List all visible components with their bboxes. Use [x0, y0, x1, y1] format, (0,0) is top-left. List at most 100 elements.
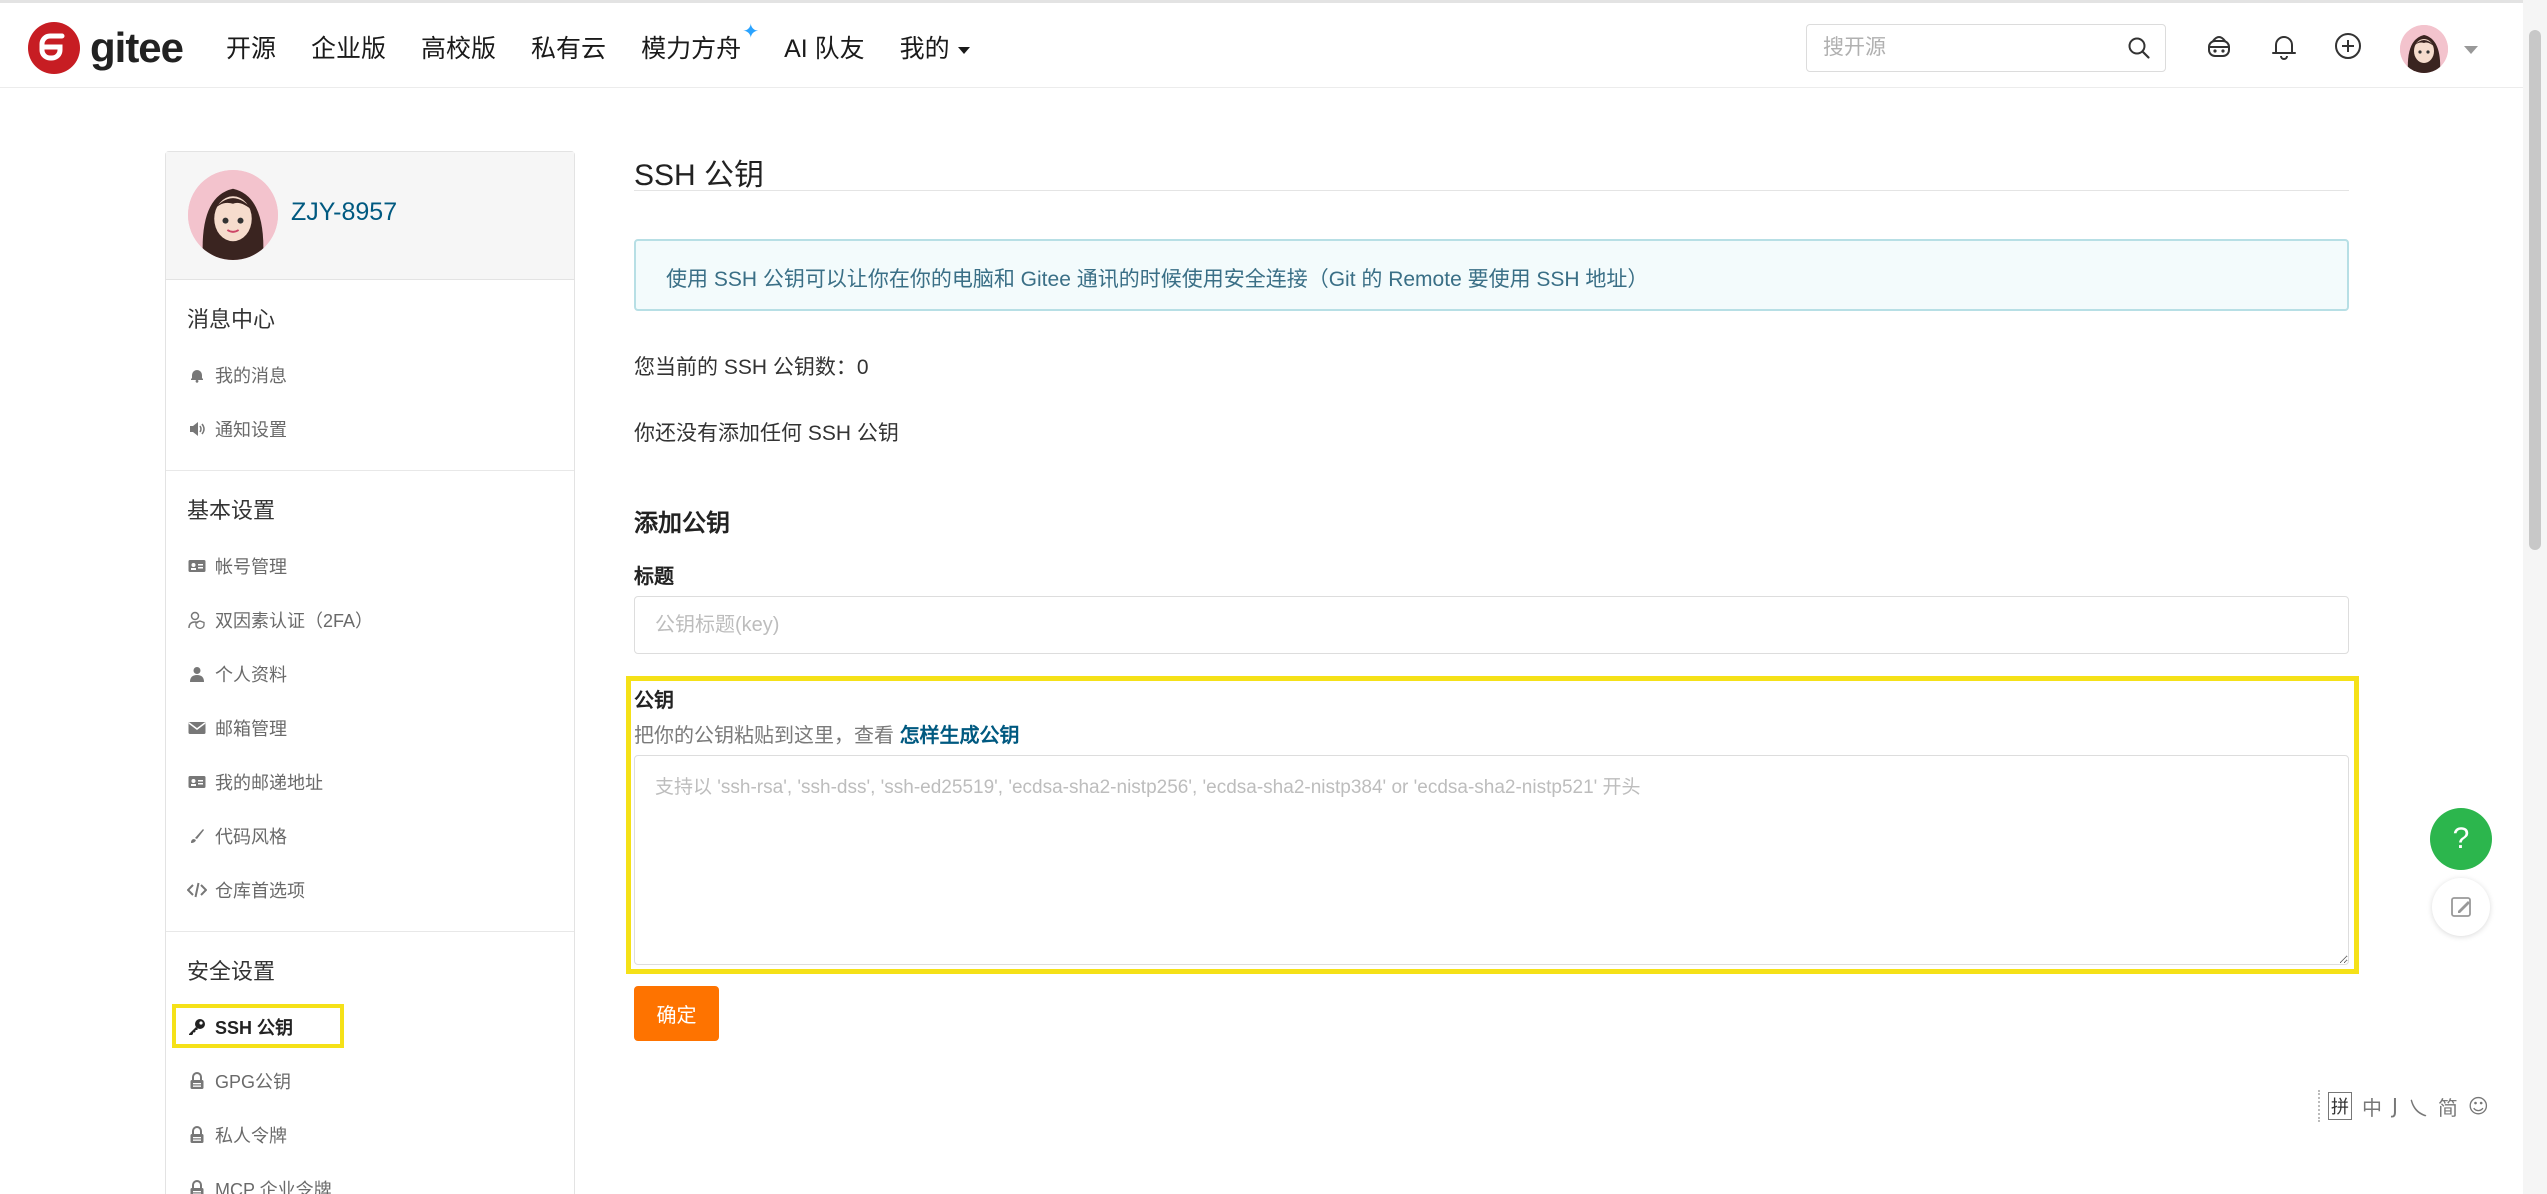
id-card-icon — [187, 556, 207, 576]
feedback-button[interactable] — [2432, 878, 2490, 936]
search-box — [1806, 24, 2166, 72]
sidebar-section-title: 基本设置 — [187, 498, 276, 523]
key-hint-text: 把你的公钥粘贴到这里，查看 — [634, 725, 894, 747]
sparkle-icon: ✦ — [742, 21, 760, 43]
sidebar-item-mcp-tokens[interactable]: MCP 企业令牌 — [166, 1162, 574, 1194]
public-key-highlight-box: 公钥 把你的公钥粘贴到这里，查看 怎样生成公钥 — [626, 676, 2359, 974]
sidebar-item-repo-preferences[interactable]: 仓库首选项 — [166, 863, 574, 917]
nav-mine-dropdown[interactable]: 我的 — [900, 29, 970, 65]
caret-down-icon — [957, 46, 970, 54]
logo-text: gitee — [90, 24, 184, 71]
sidebar-item-code-style[interactable]: 代码风格 — [166, 809, 574, 863]
sidebar-item-account[interactable]: 帐号管理 — [166, 539, 574, 593]
gitee-logo-icon — [28, 22, 80, 74]
search-input[interactable] — [1823, 33, 2113, 63]
title-label: 标题 — [634, 566, 674, 588]
user-icon — [187, 664, 207, 684]
edit-icon — [2451, 897, 2471, 917]
nav-private-cloud[interactable]: 私有云 — [531, 29, 606, 65]
sidebar-item-label: 通知设置 — [215, 420, 287, 440]
ime-toolbar: 拼 中 J 乀 简 ☺ — [2318, 1090, 2528, 1122]
ime-simplified-icon[interactable]: 简 — [2438, 1092, 2458, 1121]
lock-icon — [187, 1179, 207, 1194]
ime-chinese-icon[interactable]: 中 — [2362, 1092, 2382, 1121]
sidebar-item-label: MCP 企业令牌 — [215, 1180, 332, 1194]
sidebar-item-label: 个人资料 — [215, 665, 287, 685]
ime-handwrite-icon[interactable]: 乀 — [2408, 1092, 2428, 1121]
public-key-label: 公钥 — [634, 690, 674, 712]
brush-icon — [187, 826, 207, 846]
nav-ai-teammate[interactable]: AI 队友 — [784, 29, 865, 65]
user-shield-icon — [187, 610, 207, 630]
sidebar-item-label: 代码风格 — [215, 827, 287, 847]
sidebar-section-title: 安全设置 — [187, 959, 276, 984]
bell-icon[interactable] — [2269, 31, 2299, 61]
page-title: SSH 公钥 — [634, 140, 2349, 192]
nav-moli-fangzhou-label: 模力方舟 — [641, 35, 742, 63]
help-button[interactable]: ? — [2430, 808, 2492, 870]
confirm-button[interactable]: 确定 — [634, 986, 719, 1041]
lock-icon — [187, 1071, 207, 1091]
gitee-logo[interactable]: gitee — [28, 22, 184, 74]
sidebar-item-my-messages[interactable]: 我的消息 — [166, 348, 574, 402]
sidebar-item-label: 我的邮递地址 — [215, 773, 323, 793]
sidebar-section-security: 安全设置 SSH 公钥 GPG公钥 私人令牌 MCP 企业令牌 — [166, 932, 574, 1194]
sidebar-item-profile[interactable]: 个人资料 — [166, 647, 574, 701]
nav-moli-fangzhou[interactable]: 模力方舟 ✦ — [641, 21, 759, 65]
add-key-heading: 添加公钥 — [634, 510, 730, 537]
ime-punctuation-icon[interactable]: J — [2392, 1094, 2398, 1118]
sidebar-item-private-tokens[interactable]: 私人令牌 — [166, 1108, 574, 1162]
sidebar-item-notification-settings[interactable]: 通知设置 — [166, 402, 574, 456]
key-title-input[interactable] — [634, 596, 2349, 654]
highlight-box — [172, 1004, 344, 1048]
sidebar-item-gpg-keys[interactable]: GPG公钥 — [166, 1054, 574, 1108]
address-card-icon — [187, 772, 207, 792]
empty-state-text: 你还没有添加任何 SSH 公钥 — [634, 422, 899, 445]
ime-emoji-icon[interactable]: ☺ — [2468, 1094, 2489, 1118]
how-to-generate-link[interactable]: 怎样生成公钥 — [900, 725, 1020, 747]
sidebar-item-label: 邮箱管理 — [215, 719, 287, 739]
sidebar-item-ssh-keys[interactable]: SSH 公钥 — [166, 1000, 574, 1054]
avatar-caret-icon[interactable] — [2464, 46, 2478, 54]
public-key-textarea[interactable] — [634, 755, 2349, 965]
ssh-key-count: 您当前的 SSH 公钥数：0 — [634, 351, 2349, 381]
page-scrollbar[interactable] — [2523, 0, 2547, 1194]
profile-avatar[interactable] — [188, 170, 278, 260]
user-avatar[interactable] — [2400, 25, 2448, 73]
public-key-hint: 把你的公钥粘贴到这里，查看 怎样生成公钥 — [634, 719, 2354, 748]
sidebar-item-label: 私人令牌 — [215, 1126, 287, 1146]
plus-circle-icon[interactable] — [2333, 31, 2363, 61]
nav-education[interactable]: 高校版 — [421, 29, 496, 65]
top-navbar: gitee 开源 企业版 高校版 私有云 模力方舟 ✦ AI 队友 我的 — [0, 0, 2523, 88]
bell-icon — [187, 365, 207, 385]
scrollbar-thumb[interactable] — [2529, 30, 2541, 550]
speaker-icon — [187, 419, 207, 439]
lock-icon — [187, 1125, 207, 1145]
settings-sidebar: ZJY-8957 消息中心 我的消息 通知设置 基本设置 帐号管理 双因素认证（… — [165, 151, 575, 1194]
nav-enterprise[interactable]: 企业版 — [311, 29, 386, 65]
sidebar-item-label: 仓库首选项 — [215, 881, 305, 901]
sidebar-item-email[interactable]: 邮箱管理 — [166, 701, 574, 755]
nav-open-source[interactable]: 开源 — [226, 29, 276, 65]
sidebar-item-label: 帐号管理 — [215, 557, 287, 577]
code-icon — [187, 880, 207, 900]
sidebar-item-2fa[interactable]: 双因素认证（2FA） — [166, 593, 574, 647]
ime-pinyin-icon[interactable]: 拼 — [2328, 1092, 2352, 1120]
profile-card: ZJY-8957 — [166, 152, 574, 280]
info-message: 使用 SSH 公钥可以让你在你的电脑和 Gitee 通讯的时候使用安全连接（Gi… — [634, 239, 2349, 311]
sidebar-item-label: GPG公钥 — [215, 1072, 292, 1092]
sidebar-item-label: 我的消息 — [215, 366, 287, 386]
sidebar-section-basic: 基本设置 帐号管理 双因素认证（2FA） 个人资料 邮箱管理 我的邮递地址 代码… — [166, 471, 574, 932]
sidebar-item-postal-address[interactable]: 我的邮递地址 — [166, 755, 574, 809]
robot-icon[interactable] — [2204, 31, 2234, 61]
search-icon[interactable] — [2127, 36, 2151, 60]
count-value: 0 — [856, 356, 869, 379]
profile-username[interactable]: ZJY-8957 — [291, 198, 397, 227]
nav-mine-label: 我的 — [899, 35, 950, 63]
count-label: 您当前的 SSH 公钥数： — [634, 356, 857, 379]
main-nav: 开源 企业版 高校版 私有云 模力方舟 ✦ AI 队友 我的 — [226, 21, 1005, 65]
sidebar-item-label: 双因素认证（2FA） — [215, 611, 374, 631]
sidebar-section-messages: 消息中心 我的消息 通知设置 — [166, 280, 574, 471]
main-content: SSH 公钥 使用 SSH 公钥可以让你在你的电脑和 Gitee 通讯的时候使用… — [626, 140, 2359, 1041]
envelope-icon — [187, 718, 207, 738]
